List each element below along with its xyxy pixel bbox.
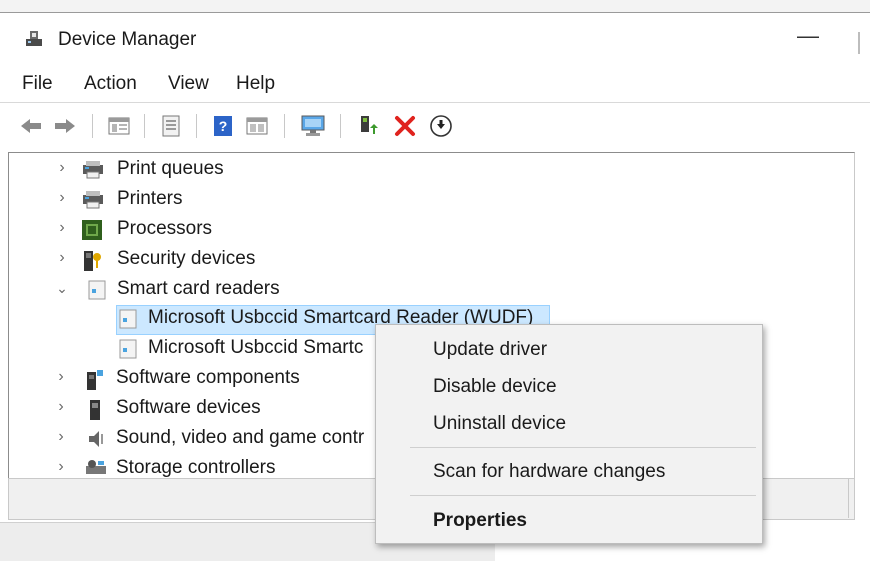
back-arrow-icon[interactable] <box>18 113 44 139</box>
show-hide-console-tree-icon[interactable] <box>106 113 132 139</box>
tree-item-label: Software components <box>116 367 300 388</box>
tree-item-label: Storage controllers <box>116 457 276 478</box>
menu-help[interactable]: Help <box>236 73 275 95</box>
title-bar: Device Manager — <box>0 14 870 66</box>
window-title: Device Manager <box>58 29 197 50</box>
window-top-edge <box>0 0 870 13</box>
chevron-right-icon[interactable]: › <box>54 399 68 415</box>
tree-item-label: Sound, video and game contr <box>116 427 365 448</box>
software-device-icon <box>86 398 108 420</box>
tree-item-label: Microsoft Usbccid Smartc <box>148 337 364 358</box>
context-menu: Update driver Disable device Uninstall d… <box>375 324 763 544</box>
context-separator <box>410 447 756 448</box>
scan-hardware-icon[interactable] <box>300 113 326 139</box>
help-icon[interactable]: ? <box>210 113 236 139</box>
software-component-icon <box>84 368 106 390</box>
context-separator <box>410 495 756 496</box>
toolbar-separator <box>196 114 197 138</box>
smart-card-device-icon <box>118 338 140 360</box>
menu-bar: File Action View Help <box>0 68 870 103</box>
minimize-button[interactable]: — <box>794 24 822 52</box>
properties-sheet-icon[interactable] <box>158 113 184 139</box>
context-disable-device[interactable]: Disable device <box>433 376 557 398</box>
tree-item-label: Software devices <box>116 397 261 418</box>
uninstall-device-icon[interactable] <box>392 113 418 139</box>
toolbar-separator <box>284 114 285 138</box>
speaker-icon <box>86 428 108 450</box>
disable-device-icon[interactable] <box>428 113 454 139</box>
context-properties[interactable]: Properties <box>433 510 527 532</box>
window-edge <box>858 32 864 54</box>
chevron-right-icon[interactable]: › <box>54 429 68 445</box>
toolbar-separator <box>92 114 93 138</box>
context-scan-hardware[interactable]: Scan for hardware changes <box>433 461 665 483</box>
smart-card-device-icon <box>118 308 140 330</box>
enable-device-icon[interactable] <box>356 113 382 139</box>
context-uninstall-device[interactable]: Uninstall device <box>433 413 566 435</box>
context-update-driver[interactable]: Update driver <box>433 339 547 361</box>
forward-arrow-icon[interactable] <box>52 113 78 139</box>
toolbar-separator <box>144 114 145 138</box>
svg-text:?: ? <box>219 118 228 134</box>
update-driver-icon[interactable] <box>244 113 270 139</box>
storage-controller-icon <box>84 458 106 478</box>
toolbar: ? <box>0 104 870 148</box>
menu-file[interactable]: File <box>22 73 53 95</box>
chevron-right-icon[interactable]: › <box>54 369 68 385</box>
status-bar-divider <box>848 478 849 518</box>
chevron-right-icon[interactable]: › <box>54 459 68 475</box>
device-manager-app-icon <box>24 30 44 48</box>
menu-action[interactable]: Action <box>84 73 137 95</box>
toolbar-separator <box>340 114 341 138</box>
menu-view[interactable]: View <box>168 73 209 95</box>
